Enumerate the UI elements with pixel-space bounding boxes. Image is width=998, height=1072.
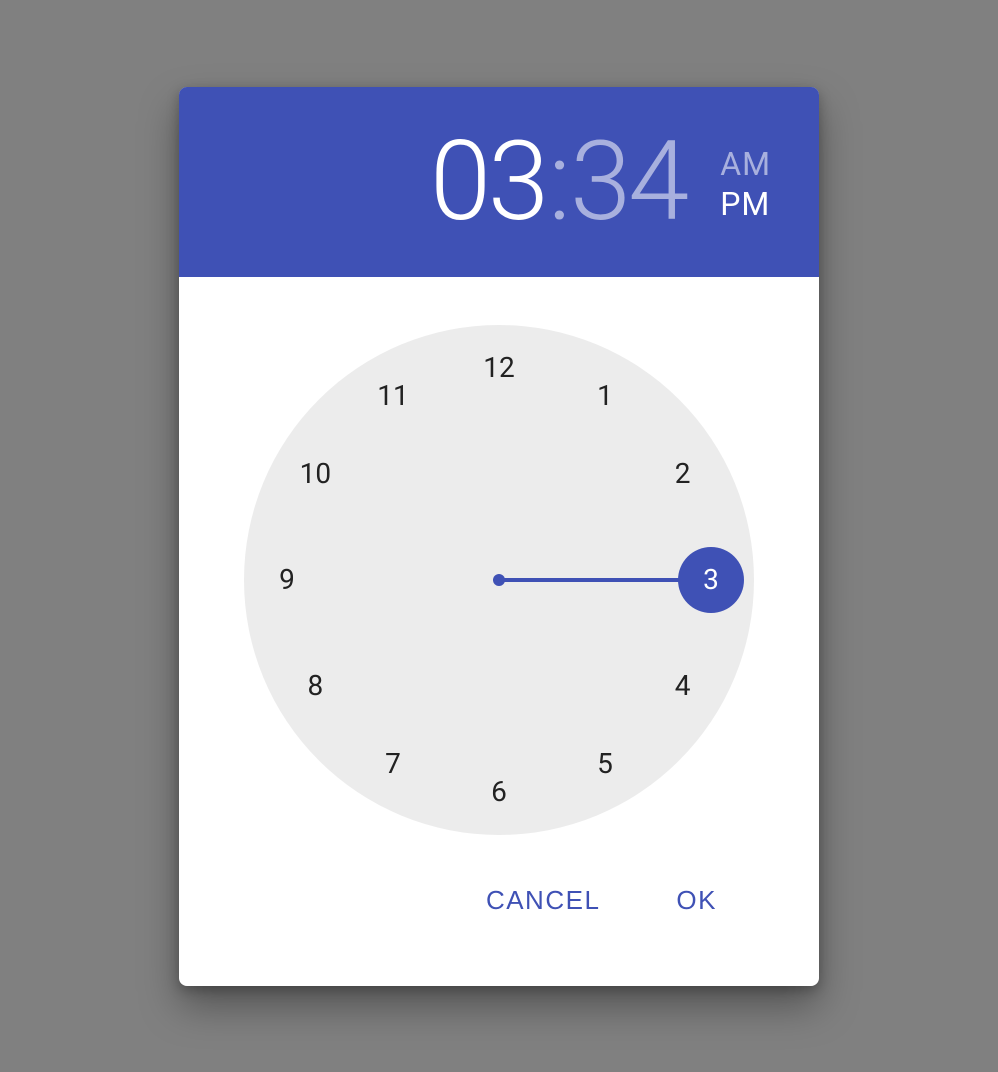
clock-hour-12[interactable]: 12 — [477, 346, 521, 390]
am-option[interactable]: AM — [720, 145, 771, 183]
clock-hour-6[interactable]: 6 — [477, 770, 521, 814]
clock-hour-2[interactable]: 2 — [661, 452, 705, 496]
clock-hour-5[interactable]: 5 — [583, 741, 627, 785]
minutes-value[interactable]: 34 — [570, 127, 686, 237]
hours-value[interactable]: 03 — [430, 127, 546, 237]
clock-hour-8[interactable]: 8 — [293, 664, 337, 708]
cancel-button[interactable]: CANCEL — [468, 875, 618, 926]
pm-option[interactable]: PM — [720, 185, 770, 223]
clock-hour-3[interactable]: 3 — [689, 558, 733, 602]
ampm-toggle: AM PM — [720, 145, 771, 223]
clock-face[interactable]: 12 12 3 45 6 78 9 10 11 — [244, 325, 754, 835]
clock-hour-1[interactable]: 1 — [583, 374, 627, 418]
clock-center-dot — [493, 574, 505, 586]
dialog-actions: CANCEL OK — [227, 835, 771, 962]
clock-hour-10[interactable]: 10 — [293, 452, 337, 496]
time-picker-body: 12 12 3 45 6 78 9 10 11 CANCEL OK — [179, 277, 819, 986]
time-display: 03 : 34 — [430, 127, 686, 237]
clock-hour-11[interactable]: 11 — [371, 374, 415, 418]
clock-hour-7[interactable]: 7 — [371, 741, 415, 785]
time-colon: : — [548, 127, 568, 237]
ok-button[interactable]: OK — [658, 875, 735, 926]
time-picker-dialog: 03 : 34 AM PM 121234567891011 CANCEL OK — [179, 87, 819, 986]
clock-hour-4[interactable]: 4 — [661, 664, 705, 708]
time-picker-header: 03 : 34 AM PM — [179, 87, 819, 277]
clock-hour-9[interactable]: 9 — [265, 558, 309, 602]
